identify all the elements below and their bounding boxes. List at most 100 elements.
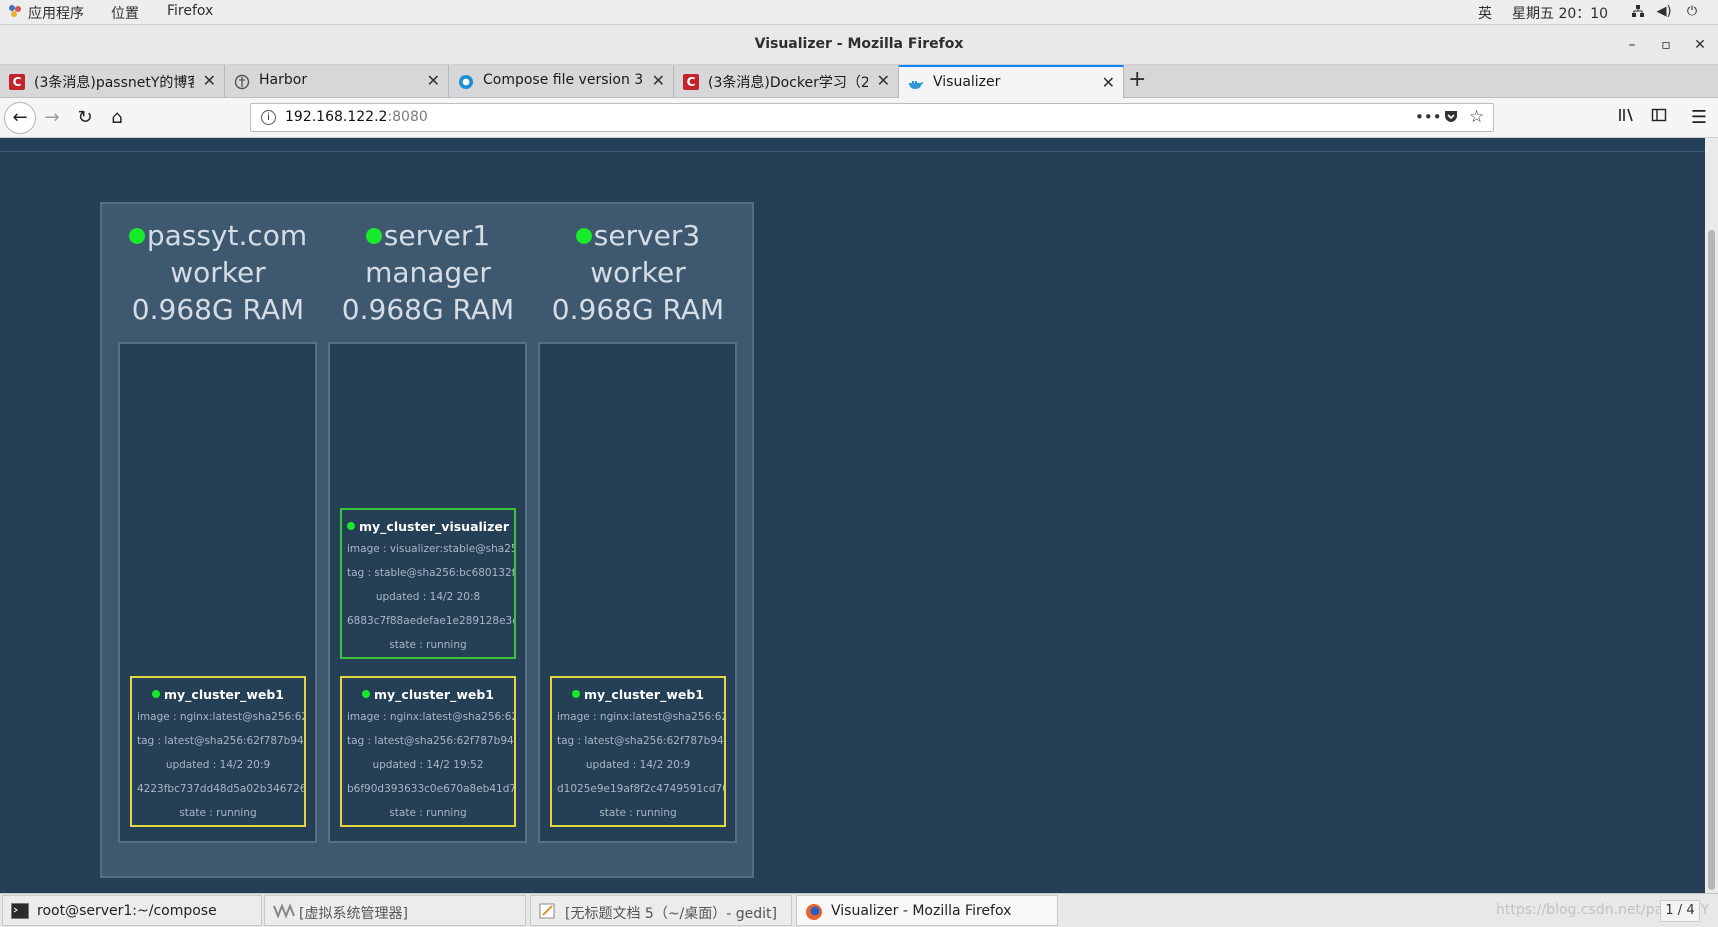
window-title: Visualizer - Mozilla Firefox xyxy=(754,36,964,52)
library-icon[interactable] xyxy=(1616,107,1638,129)
tab-csdn-docker[interactable]: C (3条消息)Docker学习（2 ✕ xyxy=(674,65,899,98)
task-updated: updated : 14/2 20:9 xyxy=(585,759,691,771)
workspace-indicator[interactable]: 1 / 4 xyxy=(1660,900,1700,922)
close-tab-icon[interactable]: ✕ xyxy=(427,71,440,90)
task-name: my_cluster_visualizer xyxy=(358,519,510,534)
page-actions-icon[interactable]: ••• xyxy=(1415,108,1442,126)
tab-label: Harbor xyxy=(259,72,308,88)
node-title: server3 xyxy=(540,217,736,254)
node-ram: 0.968G RAM xyxy=(341,293,515,326)
node-status-dot xyxy=(575,228,592,244)
task-card[interactable]: my_cluster_web1 image : nginx:latest@sha… xyxy=(550,676,726,827)
url-text[interactable]: 192.168.122.2:8080 xyxy=(285,109,428,125)
bookmark-star-icon[interactable]: ☆ xyxy=(1469,107,1484,127)
tab-csdn-blog[interactable]: C (3条消息)passnetY的博客 ✕ xyxy=(0,65,225,98)
task-state: state : running xyxy=(389,639,467,651)
task-card[interactable]: my_cluster_visualizer image : visualizer… xyxy=(340,508,516,659)
taskbar-item-label: root@server1:~/compose xyxy=(37,903,217,919)
close-window-icon[interactable]: ✕ xyxy=(1689,34,1711,56)
applications-menu[interactable]: 应用程序 xyxy=(28,3,84,23)
tab-strip: C (3条消息)passnetY的博客 ✕ Harbor ✕ Compose f… xyxy=(0,65,1718,98)
taskbar-item-label: [无标题文档 5（~/桌面）- gedit] xyxy=(565,906,777,922)
node-name: server1 xyxy=(383,219,491,252)
close-tab-icon[interactable]: ✕ xyxy=(652,71,665,90)
node-header-passyt: passyt.com worker 0.968G RAM xyxy=(120,217,316,328)
task-id: 4223fbc737dd48d5a02b3467269e5 xyxy=(137,783,304,795)
csdn-icon: C xyxy=(683,74,699,90)
node-column-server3: my_cluster_web1 image : nginx:latest@sha… xyxy=(538,342,737,843)
task-image: image : visualizer:stable@sha256:bc68013… xyxy=(347,543,514,555)
navigation-toolbar: ← → ↻ ⌂ i 192.168.122.2:8080 ••• ☆ ☰ xyxy=(0,98,1718,138)
node-title: server1 xyxy=(330,217,526,254)
network-icon[interactable] xyxy=(1630,4,1646,20)
task-image: image : nginx:latest@sha256:62f787b94e5f xyxy=(557,711,724,723)
tab-compose-docs[interactable]: Compose file version 3 re ✕ xyxy=(449,65,674,98)
power-icon[interactable]: ⏻ xyxy=(1684,4,1700,20)
node-name: server3 xyxy=(593,219,701,252)
active-app-menu[interactable]: Firefox xyxy=(167,3,213,19)
task-title: my_cluster_web1 xyxy=(342,687,514,705)
url-port: :8080 xyxy=(387,109,428,125)
tab-label: Visualizer xyxy=(933,74,1001,90)
taskbar-item-firefox[interactable]: Visualizer - Mozilla Firefox xyxy=(796,895,1058,926)
tab-visualizer[interactable]: Visualizer ✕ xyxy=(899,65,1124,98)
node-status-dot xyxy=(365,228,382,244)
task-card[interactable]: my_cluster_web1 image : nginx:latest@sha… xyxy=(130,676,306,827)
new-tab-button[interactable]: + xyxy=(1128,67,1146,92)
task-name: my_cluster_web1 xyxy=(164,687,284,702)
node-role: worker xyxy=(590,256,686,289)
node-ram: 0.968G RAM xyxy=(131,293,305,326)
clock[interactable]: 星期五 20：10 xyxy=(1512,3,1608,23)
visualizer-page: passyt.com worker 0.968G RAM my_cluster_… xyxy=(0,138,1705,893)
site-info-icon[interactable]: i xyxy=(261,110,276,125)
task-state: state : running xyxy=(389,807,467,819)
task-status-dot xyxy=(346,522,355,530)
back-button[interactable]: ← xyxy=(4,102,36,134)
tab-harbor[interactable]: Harbor ✕ xyxy=(225,65,449,98)
task-tag: tag : latest@sha256:62f787b94e5faddb79f xyxy=(557,735,724,747)
minimize-icon[interactable]: – xyxy=(1621,34,1643,56)
pocket-icon[interactable] xyxy=(1443,108,1459,128)
forward-button[interactable]: → xyxy=(41,107,63,129)
header-divider xyxy=(0,151,1705,152)
taskbar-item-gedit[interactable]: [无标题文档 5（~/桌面）- gedit] xyxy=(530,895,792,926)
menu-icon[interactable]: ☰ xyxy=(1688,107,1710,129)
applications-icon xyxy=(8,4,22,18)
close-tab-icon[interactable]: ✕ xyxy=(1102,73,1115,92)
input-method-indicator[interactable]: 英 xyxy=(1478,3,1492,23)
task-updated: updated : 14/2 20:8 xyxy=(375,591,481,603)
volume-icon[interactable]: ◀) xyxy=(1656,4,1672,20)
task-status-dot xyxy=(152,690,160,698)
url-host: 192.168.122.2 xyxy=(285,109,388,125)
task-name: my_cluster_web1 xyxy=(374,687,494,702)
taskbar-item-virt-manager[interactable]: [虚拟系统管理器] xyxy=(264,895,526,926)
page-scrollbar[interactable] xyxy=(1705,138,1718,893)
docker-docs-icon xyxy=(458,74,474,90)
task-id: b6f90d393633c0e670a8eb41d72be xyxy=(347,783,514,795)
sidebar-icon[interactable] xyxy=(1648,107,1670,129)
swarm-cluster: passyt.com worker 0.968G RAM my_cluster_… xyxy=(100,202,754,878)
firefox-icon xyxy=(805,903,823,920)
gnome-top-bar: 应用程序 位置 Firefox 英 星期五 20：10 ◀) ⏻ xyxy=(0,0,1718,25)
tab-label: (3条消息)Docker学习（2 xyxy=(708,75,868,91)
task-state: state : running xyxy=(179,807,257,819)
task-name: my_cluster_web1 xyxy=(584,687,704,702)
scrollbar-thumb[interactable] xyxy=(1708,230,1715,890)
home-button[interactable]: ⌂ xyxy=(106,107,128,129)
node-column-server1: my_cluster_visualizer image : visualizer… xyxy=(328,342,527,843)
taskbar-item-terminal[interactable]: root@server1:~/compose xyxy=(2,895,262,926)
reload-button[interactable]: ↻ xyxy=(74,107,96,129)
task-updated: updated : 14/2 19:52 xyxy=(372,759,484,771)
close-tab-icon[interactable]: ✕ xyxy=(877,71,890,90)
task-tag: tag : stable@sha256:bc680132f772cb4 xyxy=(347,567,514,579)
task-title: my_cluster_web1 xyxy=(552,687,724,705)
window-list-taskbar: root@server1:~/compose [虚拟系统管理器] [无标题文档 … xyxy=(0,893,1718,927)
places-menu[interactable]: 位置 xyxy=(111,3,139,23)
close-tab-icon[interactable]: ✕ xyxy=(203,71,216,90)
task-card[interactable]: my_cluster_web1 image : nginx:latest@sha… xyxy=(340,676,516,827)
harbor-icon xyxy=(234,74,250,90)
maximize-icon[interactable]: ▫ xyxy=(1655,34,1677,56)
task-id: d1025e9e19af8f2c4749591cd7044 xyxy=(557,783,724,795)
url-bar[interactable]: i 192.168.122.2:8080 ••• ☆ xyxy=(250,103,1494,132)
terminal-icon xyxy=(11,903,29,919)
